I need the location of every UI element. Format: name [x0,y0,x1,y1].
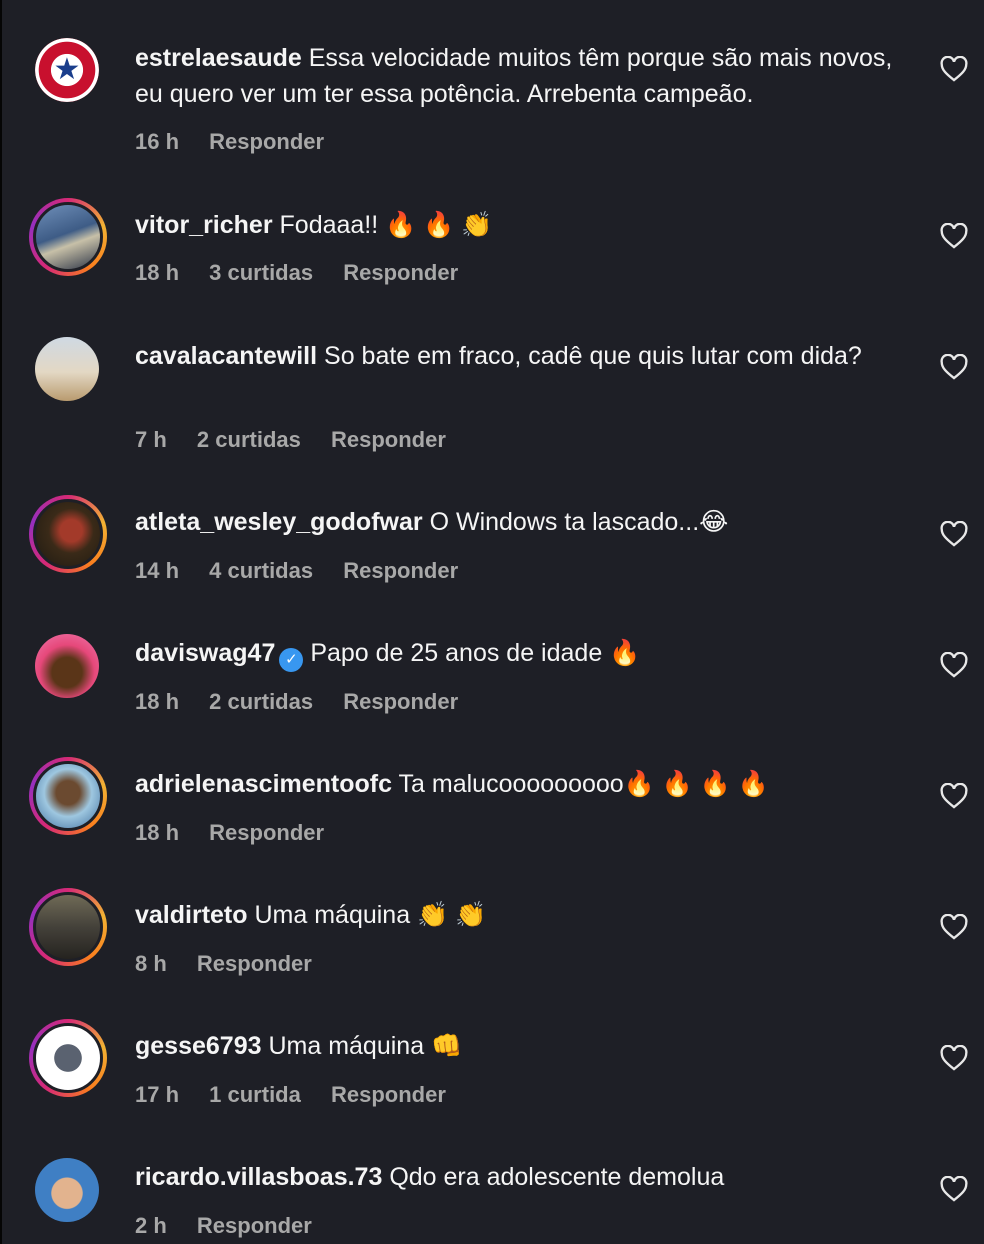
verified-badge-icon: ✓ [279,648,304,672]
comment-username[interactable]: gesse6793 [135,1032,262,1060]
reply-button[interactable]: Responder [331,427,446,452]
comment-username[interactable]: estrelaesaude [135,44,302,72]
avatar[interactable] [29,495,107,573]
comment-body: valdirteto Uma máquina 👏 👏 [135,897,915,933]
likes-count[interactable]: 3 curtidas [209,260,313,285]
comment-meta: 14 h 4 curtidas Responder [135,556,482,586]
comment-text: Uma máquina 👊 [268,1032,463,1060]
comment-body: gesse6793 Uma máquina 👊 [135,1028,915,1064]
comment-meta: 17 h 1 curtida Responder [135,1080,470,1110]
comment-body: daviswag47 ✓ Papo de 25 anos de idade 🔥 [135,635,915,672]
comment-text: Papo de 25 anos de idade 🔥 [310,639,641,667]
comment-body: cavalacantewill So bate em fraco, cadê q… [135,338,915,374]
comment-username[interactable]: valdirteto [135,901,248,929]
reply-button[interactable]: Responder [331,1082,446,1107]
comment-meta: 18 h Responder [135,818,348,848]
comment-time: 18 h [135,820,180,845]
comment-username[interactable]: adrielenascimentoofc [135,770,392,798]
likes-count[interactable]: 4 curtidas [209,558,313,583]
heart-icon[interactable] [940,914,968,940]
reply-button[interactable]: Responder [197,951,312,976]
comment-username[interactable]: ricardo.villasboas.73 [135,1163,382,1191]
reply-button[interactable]: Responder [343,260,458,285]
heart-icon[interactable] [940,354,968,380]
heart-icon[interactable] [940,1176,968,1202]
reply-button[interactable]: Responder [343,558,458,583]
reply-button[interactable]: Responder [209,129,324,154]
comment-meta: 8 h Responder [135,949,336,979]
window-edge [0,0,2,1244]
comment-text: Qdo era adolescente demolua [389,1163,725,1191]
comment-username[interactable]: cavalacantewill [135,342,317,370]
comment-text: Fodaaa!! 🔥 🔥 👏 [279,211,493,239]
avatar[interactable] [35,337,99,401]
comment-body: estrelaesaude Essa velocidade muitos têm… [135,40,915,112]
comment-meta: 18 h 2 curtidas Responder [135,687,482,717]
comment-text: Uma máquina 👏 👏 [254,901,487,929]
comment-body: vitor_richer Fodaaa!! 🔥 🔥 👏 [135,207,915,243]
likes-count[interactable]: 2 curtidas [209,689,313,714]
heart-icon[interactable] [940,56,968,82]
comment-time: 16 h [135,129,180,154]
avatar[interactable] [35,634,99,698]
comment-time: 18 h [135,689,180,714]
comment-meta: 16 h Responder [135,127,348,157]
star-logo-icon: ★ [53,53,81,86]
heart-icon[interactable] [940,783,968,809]
comment-time: 2 h [135,1213,167,1238]
comment-meta: 2 h Responder [135,1211,336,1241]
comment-username[interactable]: atleta_wesley_godofwar [135,508,423,536]
avatar[interactable] [29,1019,107,1097]
comment-body: ricardo.villasboas.73 Qdo era adolescent… [135,1159,915,1195]
comment-username[interactable]: vitor_richer [135,211,273,239]
comment-time: 7 h [135,427,167,452]
avatar[interactable]: ★ [35,38,99,102]
comment-meta: 18 h 3 curtidas Responder [135,258,482,288]
comment-body: adrielenascimentoofc Ta malucooooooooo🔥 … [135,766,915,802]
comment-text: So bate em fraco, cadê que quis lutar co… [324,342,862,370]
comment-text: Ta malucooooooooo🔥 🔥 🔥 🔥 [398,770,770,798]
avatar[interactable] [29,198,107,276]
avatar[interactable] [29,888,107,966]
reply-button[interactable]: Responder [197,1213,312,1238]
comment-time: 17 h [135,1082,180,1107]
reply-button[interactable]: Responder [343,689,458,714]
heart-icon[interactable] [940,652,968,678]
comment-body: atleta_wesley_godofwar O Windows ta lasc… [135,504,915,540]
heart-icon[interactable] [940,1045,968,1071]
comment-username[interactable]: daviswag47 [135,639,275,667]
likes-count[interactable]: 2 curtidas [197,427,301,452]
comment-time: 8 h [135,951,167,976]
avatar[interactable] [29,757,107,835]
comment-time: 14 h [135,558,180,583]
heart-icon[interactable] [940,521,968,547]
heart-icon[interactable] [940,223,968,249]
comment-time: 18 h [135,260,180,285]
likes-count[interactable]: 1 curtida [209,1082,301,1107]
comment-meta: 7 h 2 curtidas Responder [135,425,470,455]
comment-text: O Windows ta lascado...😂 [429,508,729,536]
avatar[interactable] [35,1158,99,1222]
reply-button[interactable]: Responder [209,820,324,845]
